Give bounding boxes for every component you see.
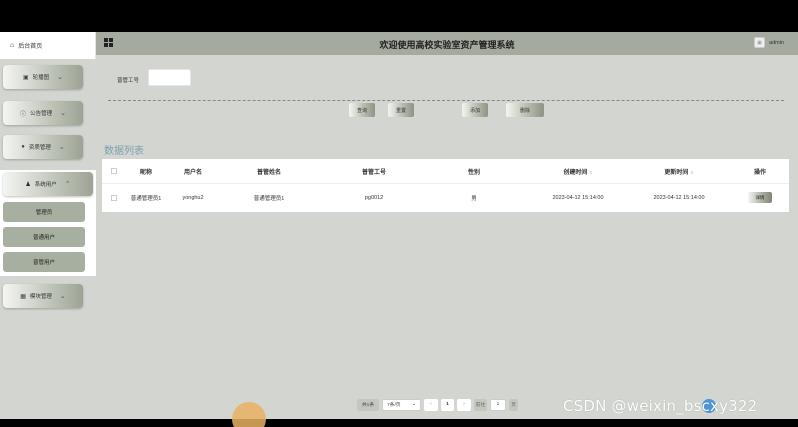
home-icon: ⌂	[10, 42, 15, 49]
main-content: 普管工号 查询 重置 添加 删除 数据列表 昵称 用户名 普管姓名 普管工号 性…	[96, 55, 798, 419]
chevron-down-icon: ⌄	[60, 110, 66, 117]
col-header-nickname: 昵称	[139, 168, 153, 176]
data-table: 昵称 用户名 普管姓名 普管工号 性别 创建时间 ⇕ 更新时间 ⇕ 操作 普通管理员…	[102, 159, 789, 212]
page-size-value: 7条/页	[387, 403, 401, 408]
query-button[interactable]: 查询	[349, 103, 375, 117]
cell-created: 2023-04-12 15:14:00	[552, 194, 604, 201]
delete-button[interactable]: 删除	[506, 103, 544, 117]
sidebar-item-label: 资质管理	[28, 145, 51, 151]
select-all-checkbox[interactable]	[111, 168, 117, 174]
sidebar-item-label: 轮播图	[32, 75, 50, 81]
user-menu[interactable]: ▣ admin	[754, 37, 784, 48]
cell-id: pg0012	[364, 194, 384, 201]
add-button[interactable]: 添加	[462, 103, 488, 117]
cell-nickname: 普通管理员1	[130, 195, 162, 202]
page-title: 欢迎使用高校实验室资产管理系统	[379, 40, 515, 50]
col-header-updated-label: 更新时间	[664, 168, 689, 176]
cell-updated: 2023-04-12 15:14:00	[653, 194, 705, 201]
goto-page-input[interactable]: 1	[490, 398, 506, 411]
cell-username: yonghu2	[182, 194, 204, 201]
page-unit-label: 页	[509, 398, 518, 411]
col-header-gender: 性别	[467, 168, 481, 176]
pagination-total: 共1条	[357, 398, 379, 411]
search-label: 普管工号	[117, 78, 140, 84]
next-page-button[interactable]: >	[457, 398, 471, 411]
search-input[interactable]	[148, 69, 191, 86]
sort-icon: ⇕	[589, 169, 593, 175]
row-checkbox[interactable]	[111, 194, 117, 201]
col-header-actions: 操作	[753, 168, 767, 176]
sidebar-subitem-normal-user[interactable]: 普通用户	[3, 227, 85, 247]
sidebar-item-notice[interactable]: ⓘ 公告管理 ⌄	[3, 101, 83, 125]
sidebar-item-label: 系统用户	[34, 182, 57, 188]
sidebar-home-label: 后台首页	[18, 44, 43, 50]
sidebar-home[interactable]: ⌂ 后台首页	[0, 32, 96, 59]
chevron-up-icon: ⌃	[64, 181, 71, 188]
reset-button[interactable]: 重置	[388, 103, 414, 117]
col-header-updated[interactable]: 更新时间 ⇕	[664, 167, 693, 176]
sidebar-subitem-label: 管理员	[35, 210, 53, 216]
sidebar-item-label: 模块管理	[29, 294, 52, 300]
info-circle-icon: ⓘ	[20, 111, 27, 118]
top-black-bar	[0, 0, 798, 32]
sidebar-subitem-admin[interactable]: 管理员	[3, 202, 85, 222]
watermark: CSDN @weixin_bscxy322	[563, 397, 758, 415]
col-header-name: 普管姓名	[256, 168, 282, 176]
chevron-down-icon: ⌄	[58, 144, 65, 151]
sidebar-item-modules[interactable]: ▦ 模块管理 ⌄	[3, 284, 83, 308]
app-window: ⌂ 后台首页 ▣ 轮播图 ⌄ ⓘ 公告管理 ⌄ ● 资质管理 ⌄ ♟ 系统用户 …	[0, 32, 798, 419]
sidebar-subitem-manager-user[interactable]: 普管用户	[3, 252, 85, 272]
sidebar-item-label: 公告管理	[30, 111, 53, 117]
goto-label: 前往	[474, 398, 487, 411]
col-header-id: 普管工号	[361, 168, 387, 176]
sidebar-item-qualification[interactable]: ● 资质管理 ⌄	[3, 135, 83, 159]
avatar: ▣	[754, 37, 766, 48]
chevron-down-icon: ⌄	[57, 74, 64, 81]
header-bar: 欢迎使用高校实验室资产管理系统 ▣ admin	[96, 32, 798, 55]
page-size-select[interactable]: 7条/页 ⌄	[382, 398, 421, 411]
sort-icon: ⇕	[690, 169, 694, 175]
col-header-created[interactable]: 创建时间 ⇕	[563, 167, 592, 176]
chevron-down-icon: ⌄	[59, 293, 66, 300]
detail-button[interactable]: 详情	[748, 192, 772, 203]
table-row: 普通管理员1 yonghu2 普通管理员1 pg0012 男 2023-04-1…	[102, 185, 789, 210]
chevron-down-icon: ⌄	[411, 402, 416, 407]
cell-gender: 男	[471, 195, 477, 202]
sidebar-item-carousel[interactable]: ▣ 轮播图 ⌄	[3, 65, 83, 89]
sidebar: ⌂ 后台首页 ▣ 轮播图 ⌄ ⓘ 公告管理 ⌄ ● 资质管理 ⌄ ♟ 系统用户 …	[0, 32, 96, 419]
cell-name: 普通管理员1	[253, 195, 285, 202]
divider	[108, 100, 784, 101]
image-icon: ▣	[22, 74, 29, 81]
col-header-username: 用户名	[183, 168, 203, 176]
section-title: 数据列表	[104, 146, 144, 157]
user-icon: ♟	[25, 181, 31, 188]
sidebar-subitem-label: 普通用户	[32, 235, 55, 241]
sidebar-group-system-users: ♟ 系统用户 ⌃ 管理员 普通用户 普管用户	[0, 170, 96, 276]
location-pin-icon: ●	[21, 144, 25, 150]
sidebar-subitem-label: 普管用户	[32, 260, 55, 266]
bottom-black-bar	[0, 419, 798, 427]
page-number-current[interactable]: 1	[441, 398, 454, 411]
sidebar-item-system-users[interactable]: ♟ 系统用户 ⌃	[3, 172, 93, 196]
pagination: 共1条 7条/页 ⌄ < 1 > 前往 1 页	[357, 398, 521, 411]
grid-icon: ▦	[20, 293, 26, 300]
username-label: admin	[769, 39, 784, 46]
col-header-created-label: 创建时间	[563, 168, 588, 176]
prev-page-button[interactable]: <	[424, 398, 438, 411]
table-header: 昵称 用户名 普管姓名 普管工号 性别 创建时间 ⇕ 更新时间 ⇕ 操作	[102, 159, 789, 184]
